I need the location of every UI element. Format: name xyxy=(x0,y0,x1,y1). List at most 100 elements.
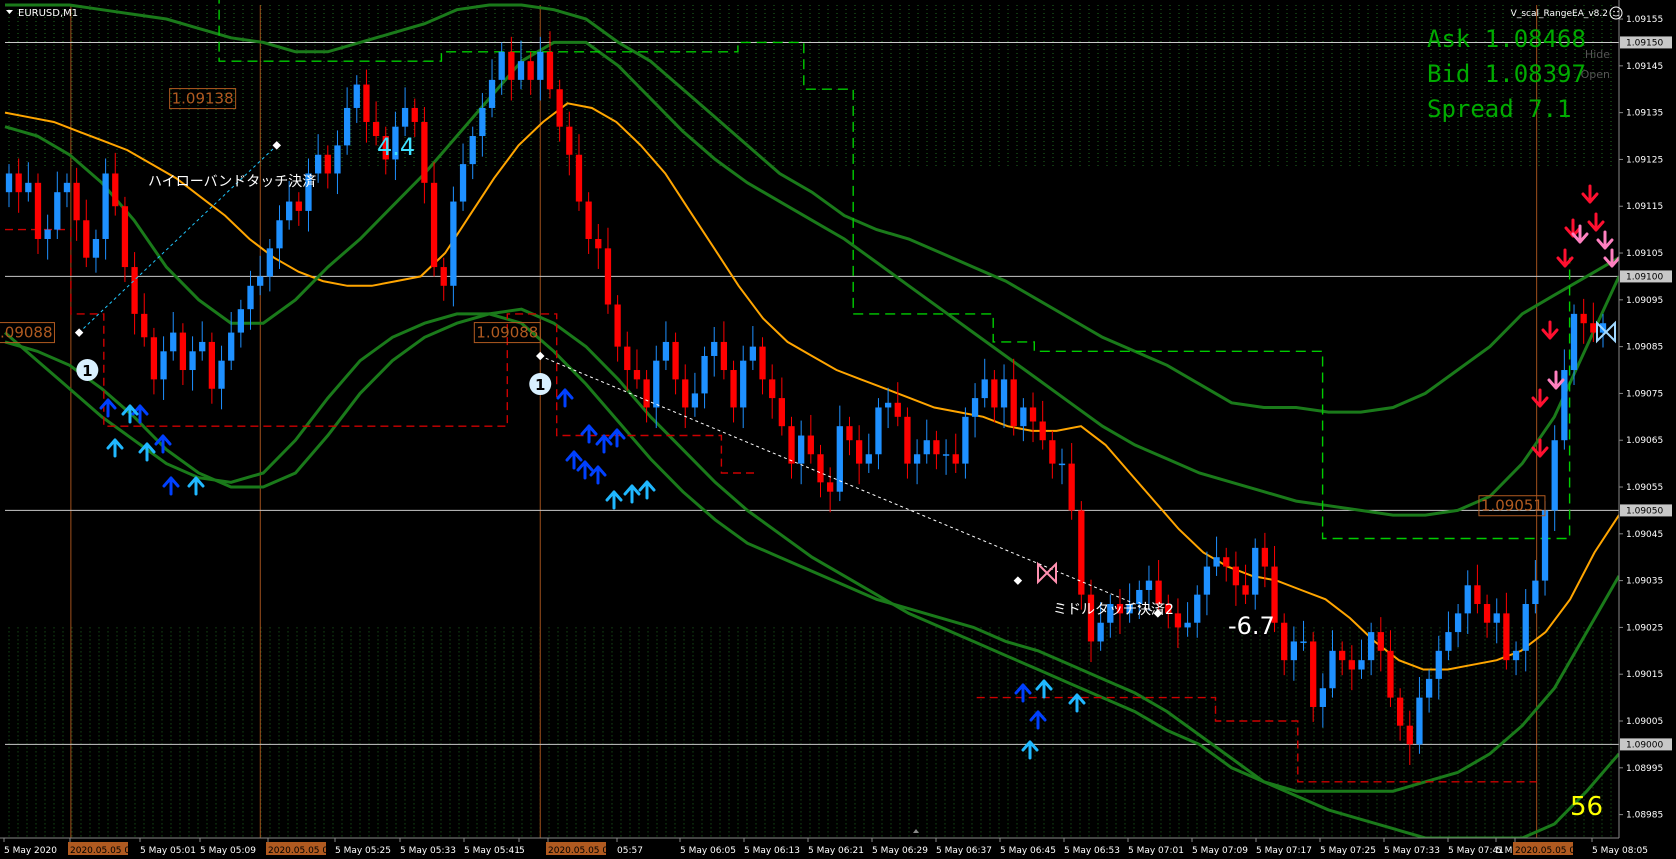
bear-candle xyxy=(991,379,998,408)
bull-candle xyxy=(218,360,225,389)
bear-candle xyxy=(527,61,534,80)
bear-candle xyxy=(556,89,563,127)
bull-candle xyxy=(1570,313,1578,371)
bear-candle xyxy=(1339,650,1346,661)
time-tick-label: 5 May 07:01 xyxy=(1128,846,1184,856)
bear-candle xyxy=(73,182,80,221)
bull-candle xyxy=(1493,613,1500,623)
up-arrow-icon xyxy=(1014,683,1032,703)
bear-candle xyxy=(827,482,834,492)
up-arrow-icon xyxy=(556,388,574,408)
bear-candle xyxy=(1010,379,1017,427)
bull-candle xyxy=(740,360,747,408)
bull-candle xyxy=(971,398,979,417)
bull-candle xyxy=(1300,641,1307,643)
price-label-text: 1.09088 xyxy=(476,324,538,342)
bear-candle xyxy=(769,379,776,399)
time-tick-label: 5 May 07:09 xyxy=(1192,846,1248,856)
loss-trade-line xyxy=(540,355,1159,614)
bear-candle xyxy=(508,51,515,80)
bull-candle xyxy=(25,182,32,193)
stop-line xyxy=(5,228,755,474)
time-tick-label: 5 May 05:33 xyxy=(400,846,456,856)
bear-candle xyxy=(1281,622,1288,661)
bull-candle xyxy=(102,173,109,239)
bear-candle xyxy=(720,341,728,371)
bear-candle xyxy=(933,440,940,455)
bull-candle xyxy=(479,107,486,137)
bull-candle xyxy=(228,332,235,361)
bear-candle xyxy=(1377,632,1384,651)
chart-menu-triangle-icon[interactable] xyxy=(6,10,13,14)
bear-candle xyxy=(421,121,428,183)
price-tick-label: 1.09125 xyxy=(1626,155,1663,165)
bull-candle xyxy=(1203,566,1211,595)
price-tick-label: 1.09085 xyxy=(1626,343,1663,353)
trade-point-icon xyxy=(74,328,84,337)
bear-candle xyxy=(566,126,573,155)
bear-candle xyxy=(1396,697,1404,726)
bull-candle xyxy=(488,79,496,108)
bull-candle xyxy=(469,136,476,165)
bear-candle xyxy=(846,426,853,441)
bull-candle xyxy=(1464,585,1471,614)
bear-candle xyxy=(624,346,631,371)
bull-candle xyxy=(1097,622,1104,642)
up-arrow-icon xyxy=(99,398,117,418)
bull-candle xyxy=(942,454,950,456)
time-tick-label: 5 May 05:09 xyxy=(200,846,256,856)
bear-candle xyxy=(730,370,737,408)
bull-candle xyxy=(266,248,273,277)
bull-candle xyxy=(923,440,930,455)
open-button[interactable]: Open xyxy=(1581,68,1610,81)
bear-candle xyxy=(633,370,641,380)
bull-candle xyxy=(537,51,544,80)
time-tick-label: 5 May 06:21 xyxy=(808,846,864,856)
time-tick-label: 05:57 xyxy=(617,846,643,856)
bull-candle xyxy=(711,341,718,356)
bull-candle xyxy=(1329,650,1336,689)
bear-candle xyxy=(1590,323,1597,333)
price-tick-label: 1.09115 xyxy=(1626,202,1663,212)
bear-candle xyxy=(546,51,554,90)
bear-candle xyxy=(595,238,602,249)
bear-candle xyxy=(34,182,42,239)
bull-candle xyxy=(517,61,525,80)
bear-candle xyxy=(778,398,785,427)
price-label-box: 1.09138 xyxy=(169,88,237,110)
bear-candle xyxy=(1503,613,1510,661)
trade-point-icon xyxy=(272,141,281,150)
price-label-box: 1.09051 xyxy=(1478,495,1546,517)
annotation-profit: 4.4 xyxy=(377,133,415,161)
bull-candle xyxy=(160,351,167,380)
round-price-lines xyxy=(5,41,1619,745)
bull-candle xyxy=(401,107,409,127)
time-tick-label: 5 May 07:17 xyxy=(1256,846,1312,856)
symbol-title: EURUSD,M1 xyxy=(18,8,78,19)
price-label-box: 1.09088 xyxy=(0,322,55,344)
bull-candle xyxy=(1541,510,1549,581)
price-tick-label: 1.09105 xyxy=(1626,249,1663,259)
bear-candle xyxy=(1261,547,1269,567)
bull-candle xyxy=(1252,547,1259,595)
time-tick-label: 5 May 06:37 xyxy=(936,846,992,856)
bull-candle xyxy=(1416,697,1423,745)
bear-candle xyxy=(440,267,447,286)
bear-candle xyxy=(1039,421,1046,441)
price-highlight-label: 1.09150 xyxy=(1626,38,1663,48)
hide-button[interactable]: Hide xyxy=(1585,48,1610,61)
bear-candle xyxy=(807,435,814,455)
price-tick-label: 1.09065 xyxy=(1626,436,1663,446)
price-highlight-label: 1.09050 xyxy=(1626,506,1663,516)
time-tick-label: 5 May 07:25 xyxy=(1320,846,1376,856)
bull-candle xyxy=(865,454,872,464)
bull-candle xyxy=(5,173,13,193)
bull-candle xyxy=(1425,678,1433,698)
bear-candle xyxy=(614,304,621,347)
down-arrow-icon xyxy=(1541,320,1559,340)
price-chart[interactable]: 1 1 1.09138 1.09088 1.09088 1.09051 1.09155 1… xyxy=(0,0,1676,859)
bull-candle xyxy=(1194,594,1201,623)
stop-line xyxy=(976,696,1537,783)
down-arrow-icon xyxy=(1547,370,1565,390)
price-tick-label: 1.08985 xyxy=(1626,811,1663,821)
